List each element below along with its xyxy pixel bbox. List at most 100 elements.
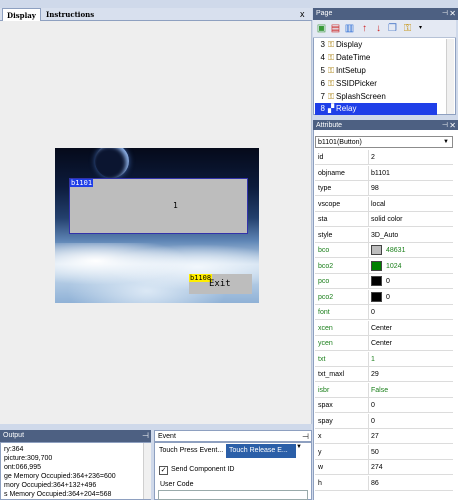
color-swatch[interactable]	[371, 291, 382, 302]
page-list-item[interactable]: 5 ⚿ IntSetup	[315, 65, 437, 77]
column-divider	[368, 429, 369, 444]
attribute-row-w[interactable]: w 274	[315, 460, 453, 475]
attribute-value: 27	[371, 433, 379, 440]
page-number: 4	[320, 53, 325, 62]
attribute-value: b1101	[371, 169, 390, 177]
attribute-row-style[interactable]: style 3D_Auto	[315, 227, 453, 243]
attribute-row-ycen[interactable]: ycen Center	[315, 336, 453, 351]
page-list-item[interactable]: 7 ⚿ SplashScreen	[315, 91, 437, 103]
attribute-value: 274	[371, 464, 383, 471]
page-list-item-selected[interactable]: 8 ▞ Relay	[315, 103, 437, 115]
attribute-key: bco2	[318, 262, 334, 270]
attribute-row-id[interactable]: id 2	[315, 150, 453, 165]
design-canvas: b1101 1 b1108 Exit	[0, 21, 312, 424]
output-panel-title: Output	[3, 432, 25, 439]
tab-instructions[interactable]: Instructions	[42, 8, 98, 21]
attribute-value: 0	[386, 278, 390, 285]
output-line: mory Occupied:364+132+496	[4, 482, 97, 489]
page-number: 6	[320, 79, 325, 88]
lock-page-icon[interactable]: ⚿	[402, 23, 413, 34]
move-down-icon[interactable]: ↓	[373, 23, 384, 34]
attribute-panel-title: Attribute	[316, 122, 343, 129]
column-divider	[368, 460, 369, 475]
pin-icon[interactable]: ⊣	[442, 8, 448, 20]
attribute-value: False	[371, 386, 389, 394]
attribute-row-sta[interactable]: sta solid color	[315, 212, 453, 227]
add-page-icon[interactable]: ▣	[316, 23, 327, 34]
page-number: 8	[320, 104, 325, 113]
attribute-key: w	[318, 464, 324, 471]
attribute-key: h	[318, 479, 322, 487]
attribute-row-x[interactable]: x 27	[315, 429, 453, 444]
attribute-key: txt_maxl	[318, 371, 345, 378]
copy-page-icon[interactable]: ❐	[387, 23, 398, 34]
attribute-key: txt	[318, 355, 326, 363]
attribute-row-xcen[interactable]: xcen Center	[315, 320, 453, 336]
column-divider	[368, 320, 369, 336]
planet-graphic	[95, 148, 129, 178]
attribute-row-bco[interactable]: bco 48631	[315, 243, 453, 258]
attribute-row-type[interactable]: type 98	[315, 181, 453, 196]
column-divider	[368, 196, 369, 212]
column-divider	[368, 243, 369, 258]
page-name: SplashScreen	[336, 92, 386, 101]
attribute-row-pco2[interactable]: pco2 0	[315, 289, 453, 305]
close-icon[interactable]: ✕	[449, 8, 456, 20]
toolbar-dropdown-icon[interactable]: ▾	[415, 23, 426, 34]
page-list-item[interactable]: 4 ⚿ DateTime	[315, 52, 437, 64]
attribute-key: type	[318, 185, 332, 192]
page-list-item[interactable]: 3 ⚿ Display	[315, 39, 437, 51]
output-line: ge Memory Occupied:364+236=600	[4, 473, 116, 480]
page-panel-title: Page	[316, 10, 333, 17]
delete-page-icon[interactable]: ▤	[330, 23, 341, 34]
page-number: 3	[320, 40, 325, 49]
tab-touch-press-event[interactable]: Touch Press Event...	[156, 444, 226, 458]
attribute-key: pco	[318, 278, 330, 285]
tab-scroll-icon[interactable]: ▼	[296, 444, 302, 450]
button-b1101[interactable]: b1101 1	[69, 178, 248, 234]
object-selector[interactable]: b1101(Button) ▼	[315, 136, 453, 148]
attribute-value: 29	[371, 371, 379, 378]
attribute-row-vscope[interactable]: vscope local	[315, 196, 453, 212]
send-component-id-checkbox[interactable]: ✓	[159, 466, 168, 475]
close-tab-icon[interactable]: x	[300, 10, 305, 19]
attribute-row-txt_maxl[interactable]: txt_maxl 29	[315, 367, 453, 382]
chevron-down-icon: ▼	[443, 139, 449, 145]
event-panel-header: Event ⊣	[154, 430, 312, 442]
attribute-row-objname[interactable]: objname b1101	[315, 165, 453, 181]
attribute-row-y[interactable]: y 50	[315, 444, 453, 460]
attribute-row-txt[interactable]: txt 1	[315, 351, 453, 367]
column-divider	[368, 289, 369, 305]
clouds-graphic	[55, 243, 259, 303]
attribute-row-spay[interactable]: spay 0	[315, 413, 453, 429]
attribute-row-pco[interactable]: pco 0	[315, 274, 453, 289]
page-list-scrollbar[interactable]	[446, 39, 454, 114]
page-name: IntSetup	[336, 66, 366, 75]
attribute-row-isbr[interactable]: isbr False	[315, 382, 453, 398]
insert-page-icon[interactable]: ▥	[344, 23, 355, 34]
attribute-row-spax[interactable]: spax 0	[315, 398, 453, 413]
attribute-row-h[interactable]: h 86	[315, 475, 453, 491]
attribute-value: 98	[371, 185, 379, 192]
button-b1108[interactable]: b1108 Exit	[189, 274, 252, 294]
attribute-row-font[interactable]: font 0	[315, 305, 453, 320]
output-line: ry:364	[4, 446, 24, 453]
attribute-value: 1024	[386, 262, 402, 270]
page-list-item[interactable]: 6 ⚿ SSIDPicker	[315, 78, 437, 90]
move-up-icon[interactable]: ↑	[359, 23, 370, 34]
color-swatch[interactable]	[371, 245, 382, 255]
output-scrollbar[interactable]	[143, 443, 151, 499]
lock-icon: ⚿	[328, 92, 335, 101]
attribute-key: id	[318, 154, 324, 161]
tab-touch-release-event[interactable]: Touch Release E...	[226, 444, 296, 458]
pin-icon[interactable]: ⊣	[142, 430, 149, 442]
attribute-value: 0	[371, 309, 375, 316]
color-swatch[interactable]	[371, 260, 382, 271]
column-divider	[368, 382, 369, 398]
column-divider	[368, 150, 369, 165]
tab-display[interactable]: Display	[2, 8, 41, 21]
lock-icon: ⚿	[328, 40, 335, 49]
color-swatch[interactable]	[371, 276, 382, 286]
attribute-row-bco2[interactable]: bco2 1024	[315, 258, 453, 274]
user-code-editor[interactable]	[158, 490, 308, 500]
